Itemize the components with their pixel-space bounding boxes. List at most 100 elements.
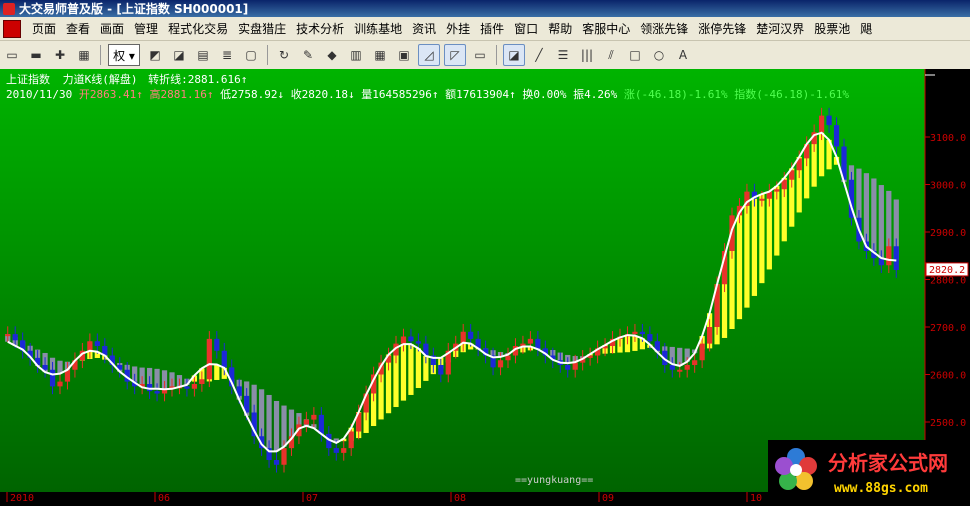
indicator2-icon[interactable]: ◪ — [169, 45, 189, 65]
font-icon[interactable]: A — [673, 45, 693, 65]
menu-item-1[interactable]: 查看 — [61, 20, 95, 37]
save-icon[interactable]: ▬ — [26, 45, 46, 65]
x-tick-label: 06 — [158, 493, 170, 502]
menu-item-5[interactable]: 实盘猎庄 — [233, 20, 291, 37]
fork-icon[interactable]: ⫽ — [601, 45, 621, 65]
bar-high: 高2881.16↑ — [149, 88, 214, 101]
turn-line-value: 转折线:2881.616↑ — [148, 73, 248, 86]
warning-icon[interactable]: ◆ — [322, 45, 342, 65]
candle-body — [221, 350, 227, 368]
bar-volume: 量164585296↑ — [361, 88, 439, 101]
bar-amount: 额17613904↑ — [445, 88, 516, 101]
menu-item-14[interactable]: 领涨先锋 — [635, 20, 693, 37]
y-tick-label: 2900.0 — [930, 228, 966, 239]
candle-body — [692, 360, 698, 365]
menu-item-18[interactable]: 飓 — [855, 20, 877, 37]
rectangle-icon[interactable]: □ — [625, 45, 645, 65]
candle-body — [818, 115, 825, 133]
bar-close: 收2820.18↓ — [290, 88, 355, 101]
toolbar-separator — [496, 45, 497, 65]
candle-body — [415, 341, 422, 344]
band-bar — [400, 344, 407, 401]
menu-item-16[interactable]: 楚河汉界 — [751, 20, 809, 37]
plot-background — [0, 69, 925, 492]
candle-body — [42, 365, 48, 370]
candle-body — [348, 431, 354, 449]
menu-item-11[interactable]: 窗口 — [509, 20, 543, 37]
candle-body — [341, 448, 347, 453]
chart-canvas[interactable]: 3100.0 3000.0 2900.0 2800.0 2700.0 2600.0 2500… — [0, 69, 970, 504]
pen-icon[interactable]: ✎ — [298, 45, 318, 65]
candle-body — [49, 369, 56, 387]
candle-body — [468, 331, 474, 339]
candle-body — [893, 246, 899, 270]
menu-item-12[interactable]: 帮助 — [543, 20, 577, 37]
calendar-icon[interactable]: ▣ — [394, 45, 414, 65]
candle-body — [565, 365, 571, 370]
band-bar — [408, 344, 414, 395]
menu-item-7[interactable]: 训练基地 — [349, 20, 407, 37]
grid-icon[interactable]: ▤ — [193, 45, 213, 65]
menu-item-10[interactable]: 插件 — [475, 20, 509, 37]
menu-item-17[interactable]: 股票池 — [809, 20, 855, 37]
doc-icon[interactable]: ▢ — [241, 45, 261, 65]
candle-body — [12, 334, 18, 341]
bar-low: 低2758.92↓ — [220, 88, 285, 101]
bar-open: 开2863.41↑ — [78, 88, 143, 101]
x-tick-label: 09 — [602, 493, 614, 502]
candle-body — [318, 414, 324, 434]
indicator-icon[interactable]: ◩ — [145, 45, 165, 65]
menu-item-0[interactable]: 页面 — [27, 20, 61, 37]
candle-body — [632, 331, 638, 335]
menu-item-8[interactable]: 资讯 — [407, 20, 441, 37]
barcode-icon[interactable]: ||| — [577, 45, 597, 65]
menu-logo-icon[interactable] — [3, 19, 21, 38]
band-bar — [871, 178, 877, 253]
menu-item-2[interactable]: 画面 — [95, 20, 129, 37]
menu-item-3[interactable]: 管理 — [129, 20, 163, 37]
layout-icon[interactable]: ▦ — [74, 45, 94, 65]
candle-body — [677, 369, 683, 372]
crosshair-icon[interactable]: ✚ — [50, 45, 70, 65]
refresh-icon[interactable]: ↻ — [274, 45, 294, 65]
chart2-icon[interactable]: ◸ — [444, 44, 466, 66]
band-bar — [214, 364, 220, 380]
y-tick-label: 2500.0 — [930, 418, 966, 429]
bar-change: 涨(-46.18)-1.61% — [623, 88, 728, 101]
candle-body — [669, 365, 675, 370]
table2-icon[interactable]: ▦ — [370, 45, 390, 65]
candle-body — [497, 360, 504, 368]
x-tick-label: 07 — [306, 493, 318, 502]
line-icon[interactable]: ╱ — [529, 45, 549, 65]
band-bar — [744, 202, 750, 308]
candle-body — [94, 341, 100, 346]
menu-item-15[interactable]: 涨停先锋 — [693, 20, 751, 37]
menu-item-13[interactable]: 客服中心 — [577, 20, 635, 37]
menu-bar: 页面 查看 画面 管理 程式化交易 实盘猎庄 技术分析 训练基地 资讯 外挂 插件 窗口 帮助 客服中心领… — [0, 17, 970, 41]
y-tick-label: 3100.0 — [930, 133, 966, 144]
open-icon[interactable]: ▭ — [2, 45, 22, 65]
quan-dropdown[interactable]: 权 ▾ — [108, 44, 140, 66]
chart-icon[interactable]: ◿ — [418, 44, 440, 66]
kline-chart[interactable]: 3100.0 3000.0 2900.0 2800.0 2700.0 2600.0 2500… — [0, 69, 970, 504]
menu-item-6[interactable]: 技术分析 — [291, 20, 349, 37]
candle-body — [505, 355, 511, 361]
candle-body — [572, 362, 578, 370]
candle-body — [311, 414, 317, 420]
window-icon[interactable]: ▭ — [470, 45, 490, 65]
menu-item-4[interactable]: 程式化交易 — [163, 20, 233, 37]
text-icon[interactable]: ☰ — [553, 45, 573, 65]
ellipse-icon[interactable]: ○ — [649, 45, 669, 65]
x-tick-label: 10 — [750, 493, 762, 502]
list-icon[interactable]: ≣ — [217, 45, 237, 65]
band-bar — [736, 212, 743, 320]
indicator-name: 力道K线(解盘) — [62, 73, 138, 86]
watermark-graphic: 分析家公式网 www.88gs.com — [775, 448, 948, 496]
toolbar: ▭ ▬ ✚ ▦ 权 ▾ ◩ ◪ ▤ ≣ ▢ ↻ ✎ ◆ ▥ ▦ ▣ ◿ ◸ ▭ ◪ ╱ ☰ ||| ⫽ □ ○ A — [0, 41, 970, 70]
watermark-brand: 分析家公式网 — [828, 451, 948, 475]
select-icon[interactable]: ◪ — [503, 44, 525, 66]
candle-body — [706, 327, 713, 344]
menu-item-9[interactable]: 外挂 — [441, 20, 475, 37]
table-icon[interactable]: ▥ — [346, 45, 366, 65]
bar-turnover: 换0.00% — [522, 88, 567, 101]
